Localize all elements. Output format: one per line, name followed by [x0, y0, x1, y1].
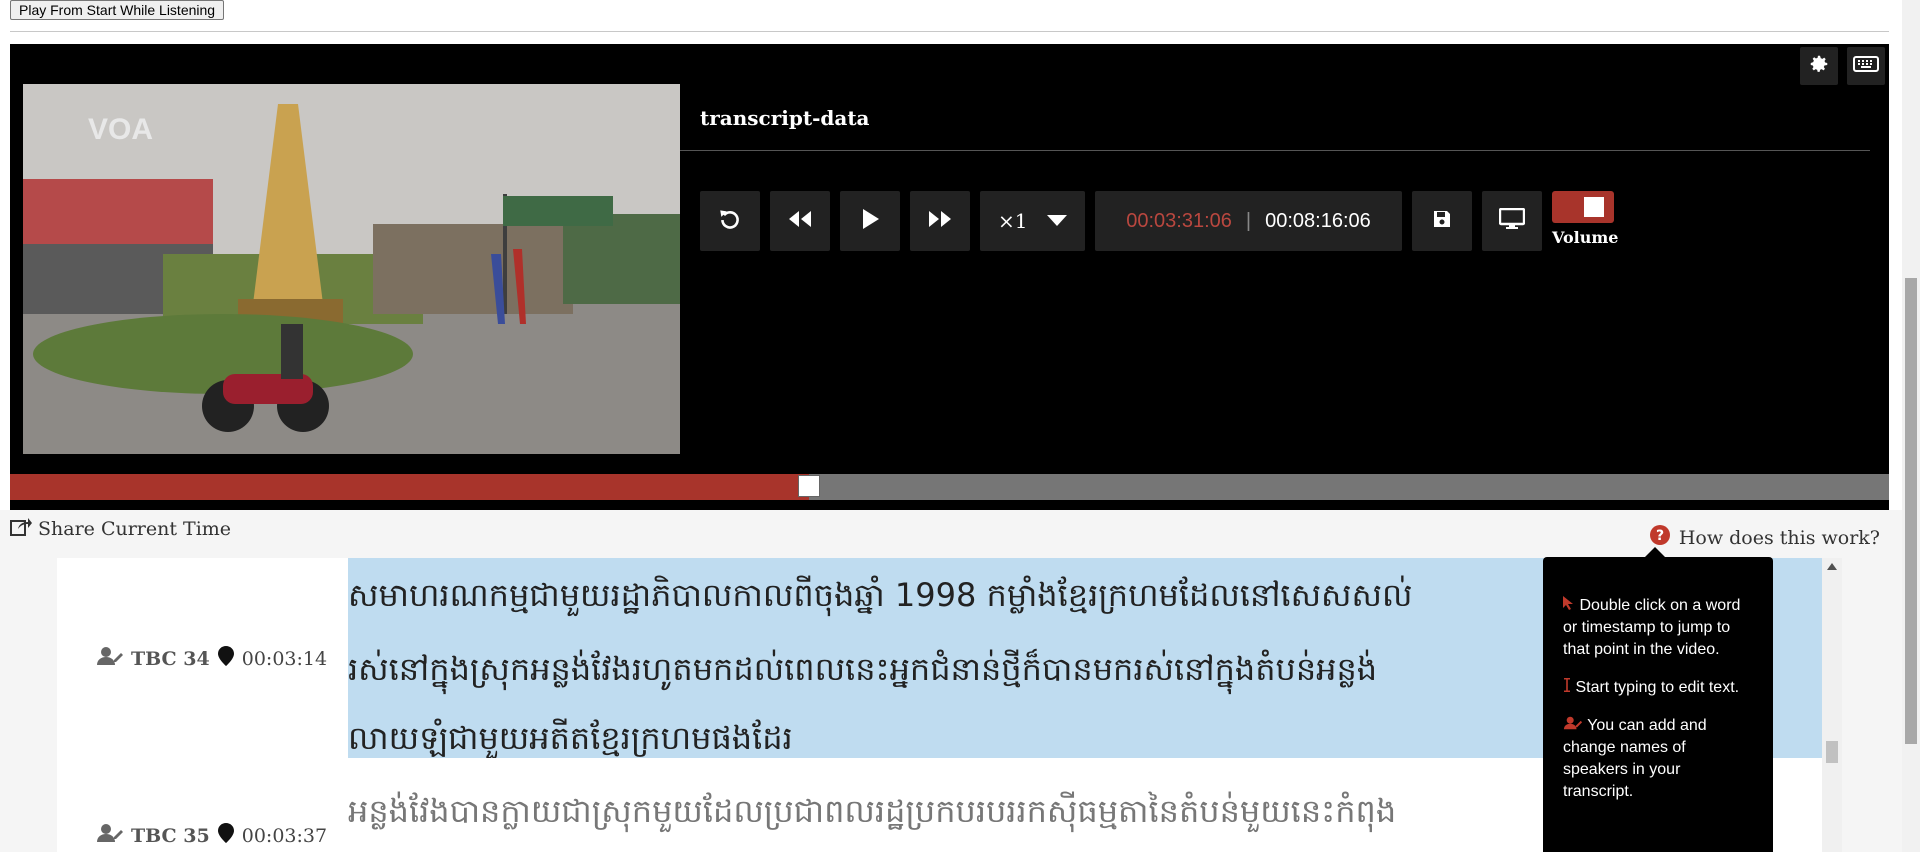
title-divider — [680, 150, 1870, 151]
playback-speed-select[interactable]: ×1 — [980, 191, 1085, 251]
help-tip-text: Start typing to edit text. — [1575, 679, 1740, 696]
progress-handle[interactable] — [798, 475, 820, 497]
video-scene: VOA — [23, 84, 680, 454]
volume-toggle[interactable] — [1552, 191, 1614, 223]
scroll-up-arrow-icon[interactable] — [1827, 562, 1837, 570]
keyboard-shortcuts-button[interactable] — [1847, 47, 1885, 85]
chevron-down-icon — [1047, 212, 1067, 231]
media-player: VOA transcript-data ×1 00:03:31:06 | 00:… — [10, 44, 1889, 510]
transcript-scrollbar[interactable] — [1822, 558, 1842, 852]
help-tooltip: Double click on a word or timestamp to j… — [1543, 547, 1773, 852]
rewind-icon — [787, 209, 813, 233]
map-marker-icon — [217, 646, 234, 671]
timestamp[interactable]: 00:03:14 — [242, 648, 327, 670]
help-toggle[interactable]: ? How does this work? — [1649, 524, 1880, 551]
rollback-button[interactable] — [700, 191, 760, 251]
help-tip-text: Double click on a word or timestamp to j… — [1563, 597, 1741, 658]
paragraph-meta: TBC 34 00:03:14 — [97, 646, 327, 671]
svg-text:?: ? — [1656, 528, 1664, 544]
duration: 00:08:16:06 — [1265, 209, 1371, 232]
speaker-name[interactable]: TBC 35 — [131, 825, 210, 847]
speaker-edit-icon[interactable] — [97, 646, 123, 671]
volume-label: Volume — [1552, 228, 1619, 247]
volume-toggle-knob — [1584, 197, 1604, 217]
help-tip: Start typing to edit text. — [1563, 677, 1753, 699]
help-label: How does this work? — [1678, 526, 1880, 549]
map-marker-icon — [217, 823, 234, 848]
share-icon — [10, 516, 32, 541]
play-from-start-button[interactable]: Play From Start While Listening — [10, 0, 225, 20]
progress-fill — [10, 474, 809, 500]
play-button[interactable] — [840, 191, 900, 251]
video-frame[interactable]: VOA — [23, 84, 680, 454]
keyboard-icon — [1853, 54, 1879, 78]
timecode-display: 00:03:31:06 | 00:08:16:06 — [1095, 191, 1402, 251]
speaker-edit-icon — [1563, 716, 1583, 730]
page-scrollbar[interactable] — [1902, 0, 1920, 852]
monitor-icon — [1498, 207, 1526, 234]
fast-forward-icon — [927, 209, 953, 233]
transcript-scroll-thumb[interactable] — [1826, 741, 1838, 763]
time-separator: | — [1245, 209, 1252, 232]
paragraph-meta: TBC 35 00:03:37 — [97, 823, 327, 848]
text-cursor-icon — [1564, 678, 1570, 692]
rollback-icon — [717, 206, 743, 236]
help-tip: Double click on a word or timestamp to j… — [1563, 595, 1753, 661]
speed-value: ×1 — [998, 209, 1028, 233]
floppy-disk-icon — [1433, 210, 1451, 232]
timestamp[interactable]: 00:03:37 — [242, 825, 327, 847]
divider — [10, 31, 1889, 32]
media-title: transcript-data — [700, 106, 870, 130]
share-current-time-button[interactable]: Share Current Time — [10, 516, 231, 541]
save-button[interactable] — [1412, 191, 1472, 251]
progress-bar[interactable] — [10, 474, 1889, 500]
top-strip: Play From Start While Listening — [0, 0, 1920, 36]
speaker-name[interactable]: TBC 34 — [131, 648, 210, 670]
current-time[interactable]: 00:03:31:06 — [1126, 210, 1232, 233]
play-icon — [860, 208, 880, 234]
volume-control: Volume — [1552, 191, 1618, 251]
fast-forward-button[interactable] — [910, 191, 970, 251]
help-tip-text: You can add and change names of speakers… — [1563, 717, 1707, 800]
picture-in-picture-button[interactable] — [1482, 191, 1542, 251]
settings-button[interactable] — [1800, 47, 1838, 85]
rewind-button[interactable] — [770, 191, 830, 251]
help-tip: You can add and change names of speakers… — [1563, 715, 1753, 803]
page-scroll-thumb[interactable] — [1905, 278, 1917, 744]
voa-logo: VOA — [88, 113, 153, 146]
share-label: Share Current Time — [38, 517, 232, 540]
speaker-edit-icon[interactable] — [97, 823, 123, 848]
gear-icon — [1808, 53, 1830, 79]
cursor-icon — [1563, 596, 1573, 610]
